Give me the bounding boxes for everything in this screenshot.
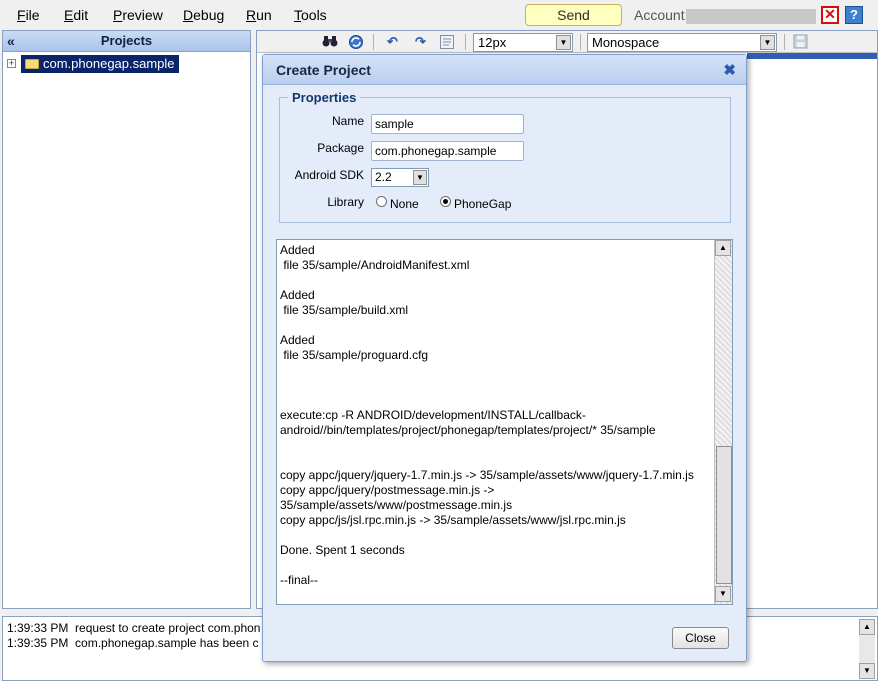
chevron-down-icon[interactable]: ▼ bbox=[413, 170, 427, 185]
tree-item-label[interactable]: com.phonegap.sample bbox=[21, 55, 179, 73]
menu-file[interactable]: File bbox=[17, 7, 40, 23]
folder-icon bbox=[25, 59, 39, 69]
account-label: Account: bbox=[634, 7, 689, 23]
menu-debug[interactable]: Debug bbox=[183, 7, 224, 23]
undo-icon[interactable]: ↶ bbox=[384, 34, 401, 50]
redo-icon[interactable]: ↷ bbox=[412, 34, 429, 50]
menu-bar: File Edit Preview Debug Run Tools Send F… bbox=[0, 0, 878, 43]
log-text: request to create project com.phon bbox=[75, 621, 261, 635]
android-sdk-select[interactable]: 2.2 ▼ bbox=[371, 168, 429, 187]
package-field[interactable] bbox=[371, 141, 524, 161]
help-icon[interactable]: ? bbox=[845, 6, 863, 24]
name-label: Name bbox=[331, 114, 364, 128]
editor-toolbar: ↶ ↷ 12px ▼ Monospace ▼ bbox=[257, 31, 877, 53]
output-scrollbar[interactable]: ▲ ▼ bbox=[714, 240, 732, 604]
projects-header: « Projects bbox=[3, 31, 250, 52]
globe-refresh-icon[interactable] bbox=[347, 34, 364, 50]
scroll-down-icon[interactable]: ▼ bbox=[859, 663, 875, 679]
menu-preview[interactable]: Preview bbox=[113, 7, 163, 23]
properties-legend: Properties bbox=[288, 90, 361, 105]
log-time: 1:39:35 PM bbox=[7, 636, 69, 650]
dialog-title: Create Project bbox=[276, 62, 371, 78]
close-dialog-icon[interactable]: ✖ bbox=[723, 61, 736, 79]
format-icon[interactable] bbox=[438, 34, 455, 50]
name-field[interactable] bbox=[371, 114, 524, 134]
log-line: 1:39:35 PM com.phonegap.sample has been … bbox=[7, 636, 259, 650]
chevron-down-icon[interactable]: ▼ bbox=[556, 35, 571, 50]
close-icon[interactable]: ✕ bbox=[821, 6, 839, 24]
menu-edit[interactable]: Edit bbox=[64, 7, 88, 23]
toolbar-separator bbox=[465, 34, 466, 50]
dialog-title-bar: Create Project ✖ bbox=[263, 55, 746, 85]
output-log[interactable]: Added file 35/sample/AndroidManifest.xml… bbox=[276, 239, 733, 605]
editor-tab-strip bbox=[747, 53, 877, 59]
log-text: com.phonegap.sample has been c bbox=[75, 636, 259, 650]
package-label: Package bbox=[317, 141, 364, 155]
output-text: Added file 35/sample/AndroidManifest.xml… bbox=[280, 243, 694, 587]
binoculars-icon[interactable] bbox=[321, 34, 338, 50]
collapse-panel-icon[interactable]: « bbox=[7, 31, 15, 51]
log-scrollbar[interactable]: ▲ ▼ bbox=[859, 619, 875, 679]
font-family-select[interactable]: Monospace ▼ bbox=[587, 33, 777, 52]
font-size-select[interactable]: 12px ▼ bbox=[473, 33, 573, 52]
chevron-down-icon[interactable]: ▼ bbox=[760, 35, 775, 50]
scroll-up-icon[interactable]: ▲ bbox=[859, 619, 875, 635]
account-value bbox=[686, 9, 816, 24]
library-phonegap-radio[interactable] bbox=[440, 196, 451, 207]
scroll-thumb[interactable] bbox=[716, 446, 732, 584]
create-project-dialog: Create Project ✖ Properties Name Package… bbox=[262, 54, 747, 662]
toolbar-separator bbox=[373, 34, 374, 50]
toolbar-separator bbox=[580, 34, 581, 50]
project-name: com.phonegap.sample bbox=[43, 56, 175, 71]
font-size-value: 12px bbox=[478, 35, 507, 50]
android-sdk-label: Android SDK bbox=[294, 168, 364, 182]
library-phonegap-label[interactable]: PhoneGap bbox=[454, 197, 511, 211]
send-feedback-button[interactable]: Send Feedback bbox=[525, 4, 622, 43]
properties-fieldset: Properties Name Package Android SDK 2.2 … bbox=[279, 90, 731, 223]
toolbar-separator bbox=[784, 34, 785, 50]
library-label: Library bbox=[327, 195, 364, 209]
library-none-label[interactable]: None bbox=[390, 197, 419, 211]
save-icon[interactable] bbox=[792, 34, 809, 50]
scroll-down-icon[interactable]: ▼ bbox=[715, 586, 731, 602]
menu-tools[interactable]: Tools bbox=[294, 7, 327, 23]
log-line: 1:39:33 PM request to create project com… bbox=[7, 621, 260, 635]
scroll-up-icon[interactable]: ▲ bbox=[715, 240, 731, 256]
projects-panel: « Projects + com.phonegap.sample bbox=[2, 30, 251, 609]
log-time: 1:39:33 PM bbox=[7, 621, 69, 635]
menu-run[interactable]: Run bbox=[246, 7, 272, 23]
expand-icon[interactable]: + bbox=[7, 59, 16, 68]
library-none-radio[interactable] bbox=[376, 196, 387, 207]
close-button[interactable]: Close bbox=[672, 627, 729, 649]
projects-title: Projects bbox=[100, 33, 153, 48]
font-family-value: Monospace bbox=[592, 35, 660, 50]
android-sdk-value: 2.2 bbox=[375, 170, 392, 184]
